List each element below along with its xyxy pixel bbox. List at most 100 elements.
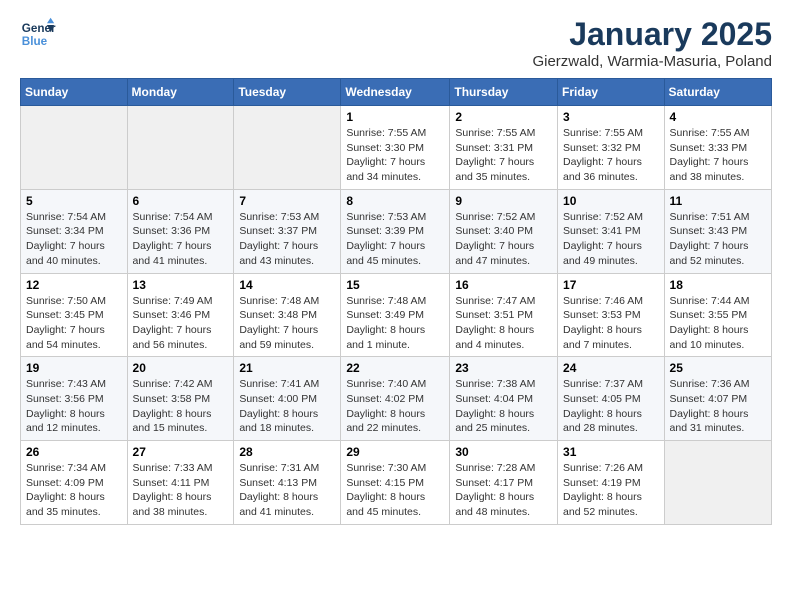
day-detail: Sunrise: 7:48 AM Sunset: 3:49 PM Dayligh… — [346, 294, 444, 353]
day-number: 14 — [239, 278, 335, 292]
day-number: 18 — [670, 278, 766, 292]
logo: General Blue — [20, 16, 56, 52]
calendar-cell: 25 Sunrise: 7:36 AM Sunset: 4:07 PM Dayli… — [664, 357, 771, 441]
day-detail: Sunrise: 7:55 AM Sunset: 3:30 PM Dayligh… — [346, 126, 444, 185]
day-detail: Sunrise: 7:42 AM Sunset: 3:58 PM Dayligh… — [133, 377, 229, 436]
day-detail: Sunrise: 7:41 AM Sunset: 4:00 PM Dayligh… — [239, 377, 335, 436]
day-detail: Sunrise: 7:44 AM Sunset: 3:55 PM Dayligh… — [670, 294, 766, 353]
day-number: 23 — [455, 361, 552, 375]
calendar-cell: 29 Sunrise: 7:30 AM Sunset: 4:15 PM Dayli… — [341, 441, 450, 525]
day-number: 26 — [26, 445, 122, 459]
location-title: Gierzwald, Warmia-Masuria, Poland — [532, 53, 772, 70]
day-number: 16 — [455, 278, 552, 292]
svg-text:Blue: Blue — [22, 35, 48, 48]
calendar-cell: 18 Sunrise: 7:44 AM Sunset: 3:55 PM Dayli… — [664, 273, 771, 357]
calendar-cell: 24Sunrise: 7:37 AM Sunset: 4:05 PM Dayli… — [558, 357, 665, 441]
day-number: 28 — [239, 445, 335, 459]
calendar-cell — [21, 106, 128, 190]
calendar-cell: 13 Sunrise: 7:49 AM Sunset: 3:46 PM Dayli… — [127, 273, 234, 357]
day-detail: Sunrise: 7:54 AM Sunset: 3:34 PM Dayligh… — [26, 210, 122, 269]
day-detail: Sunrise: 7:55 AM Sunset: 3:32 PM Dayligh… — [563, 126, 659, 185]
day-number: 15 — [346, 278, 444, 292]
day-number: 12 — [26, 278, 122, 292]
calendar-cell: 1Sunrise: 7:55 AM Sunset: 3:30 PM Daylig… — [341, 106, 450, 190]
weekday-header-monday: Monday — [127, 79, 234, 106]
calendar-cell: 12Sunrise: 7:50 AM Sunset: 3:45 PM Dayli… — [21, 273, 128, 357]
calendar-cell: 14 Sunrise: 7:48 AM Sunset: 3:48 PM Dayli… — [234, 273, 341, 357]
calendar-cell: 8Sunrise: 7:53 AM Sunset: 3:39 PM Daylig… — [341, 189, 450, 273]
weekday-header-row: SundayMondayTuesdayWednesdayThursdayFrid… — [21, 79, 772, 106]
weekday-header-friday: Friday — [558, 79, 665, 106]
month-title: January 2025 — [532, 16, 772, 53]
calendar-cell: 27 Sunrise: 7:33 AM Sunset: 4:11 PM Dayli… — [127, 441, 234, 525]
day-detail: Sunrise: 7:28 AM Sunset: 4:17 PM Dayligh… — [455, 461, 552, 520]
calendar-table: SundayMondayTuesdayWednesdayThursdayFrid… — [20, 78, 772, 525]
day-number: 11 — [670, 194, 766, 208]
calendar-cell: 21 Sunrise: 7:41 AM Sunset: 4:00 PM Dayli… — [234, 357, 341, 441]
calendar-cell: 22Sunrise: 7:40 AM Sunset: 4:02 PM Dayli… — [341, 357, 450, 441]
day-detail: Sunrise: 7:38 AM Sunset: 4:04 PM Dayligh… — [455, 377, 552, 436]
weekday-header-tuesday: Tuesday — [234, 79, 341, 106]
day-detail: Sunrise: 7:48 AM Sunset: 3:48 PM Dayligh… — [239, 294, 335, 353]
day-number: 10 — [563, 194, 659, 208]
weekday-header-sunday: Sunday — [21, 79, 128, 106]
day-number: 21 — [239, 361, 335, 375]
day-number: 17 — [563, 278, 659, 292]
day-detail: Sunrise: 7:52 AM Sunset: 3:41 PM Dayligh… — [563, 210, 659, 269]
calendar-cell: 10 Sunrise: 7:52 AM Sunset: 3:41 PM Dayli… — [558, 189, 665, 273]
day-detail: Sunrise: 7:36 AM Sunset: 4:07 PM Dayligh… — [670, 377, 766, 436]
calendar-cell: 16 Sunrise: 7:47 AM Sunset: 3:51 PM Dayli… — [450, 273, 558, 357]
day-detail: Sunrise: 7:30 AM Sunset: 4:15 PM Dayligh… — [346, 461, 444, 520]
day-detail: Sunrise: 7:46 AM Sunset: 3:53 PM Dayligh… — [563, 294, 659, 353]
day-number: 2 — [455, 110, 552, 124]
calendar-cell: 19 Sunrise: 7:43 AM Sunset: 3:56 PM Dayli… — [21, 357, 128, 441]
day-number: 4 — [670, 110, 766, 124]
calendar-cell: 7 Sunrise: 7:53 AM Sunset: 3:37 PM Daylig… — [234, 189, 341, 273]
calendar-cell: 9 Sunrise: 7:52 AM Sunset: 3:40 PM Daylig… — [450, 189, 558, 273]
calendar-week-3: 12Sunrise: 7:50 AM Sunset: 3:45 PM Dayli… — [21, 273, 772, 357]
logo-icon: General Blue — [20, 16, 56, 52]
weekday-header-wednesday: Wednesday — [341, 79, 450, 106]
day-number: 7 — [239, 194, 335, 208]
day-detail: Sunrise: 7:53 AM Sunset: 3:37 PM Dayligh… — [239, 210, 335, 269]
calendar-cell — [127, 106, 234, 190]
day-detail: Sunrise: 7:53 AM Sunset: 3:39 PM Dayligh… — [346, 210, 444, 269]
day-number: 22 — [346, 361, 444, 375]
day-number: 25 — [670, 361, 766, 375]
calendar-cell: 23 Sunrise: 7:38 AM Sunset: 4:04 PM Dayli… — [450, 357, 558, 441]
day-number: 3 — [563, 110, 659, 124]
day-detail: Sunrise: 7:43 AM Sunset: 3:56 PM Dayligh… — [26, 377, 122, 436]
calendar-cell — [234, 106, 341, 190]
calendar-cell: 30Sunrise: 7:28 AM Sunset: 4:17 PM Dayli… — [450, 441, 558, 525]
day-detail: Sunrise: 7:51 AM Sunset: 3:43 PM Dayligh… — [670, 210, 766, 269]
page-header: General Blue January 2025 Gierzwald, War… — [20, 16, 772, 70]
day-detail: Sunrise: 7:26 AM Sunset: 4:19 PM Dayligh… — [563, 461, 659, 520]
day-detail: Sunrise: 7:49 AM Sunset: 3:46 PM Dayligh… — [133, 294, 229, 353]
day-number: 13 — [133, 278, 229, 292]
calendar-cell: 4Sunrise: 7:55 AM Sunset: 3:33 PM Daylig… — [664, 106, 771, 190]
day-number: 29 — [346, 445, 444, 459]
day-detail: Sunrise: 7:33 AM Sunset: 4:11 PM Dayligh… — [133, 461, 229, 520]
day-number: 9 — [455, 194, 552, 208]
calendar-cell: 3 Sunrise: 7:55 AM Sunset: 3:32 PM Daylig… — [558, 106, 665, 190]
day-number: 27 — [133, 445, 229, 459]
calendar-cell: 2 Sunrise: 7:55 AM Sunset: 3:31 PM Daylig… — [450, 106, 558, 190]
weekday-header-thursday: Thursday — [450, 79, 558, 106]
day-detail: Sunrise: 7:47 AM Sunset: 3:51 PM Dayligh… — [455, 294, 552, 353]
calendar-week-2: 5 Sunrise: 7:54 AM Sunset: 3:34 PM Daylig… — [21, 189, 772, 273]
day-number: 5 — [26, 194, 122, 208]
day-detail: Sunrise: 7:55 AM Sunset: 3:31 PM Dayligh… — [455, 126, 552, 185]
calendar-cell: 15 Sunrise: 7:48 AM Sunset: 3:49 PM Dayli… — [341, 273, 450, 357]
weekday-header-saturday: Saturday — [664, 79, 771, 106]
day-detail: Sunrise: 7:54 AM Sunset: 3:36 PM Dayligh… — [133, 210, 229, 269]
title-area: January 2025 Gierzwald, Warmia-Masuria, … — [532, 16, 772, 70]
day-number: 6 — [133, 194, 229, 208]
calendar-cell: 11 Sunrise: 7:51 AM Sunset: 3:43 PM Dayli… — [664, 189, 771, 273]
calendar-cell: 26Sunrise: 7:34 AM Sunset: 4:09 PM Dayli… — [21, 441, 128, 525]
day-detail: Sunrise: 7:52 AM Sunset: 3:40 PM Dayligh… — [455, 210, 552, 269]
calendar-cell: 20Sunrise: 7:42 AM Sunset: 3:58 PM Dayli… — [127, 357, 234, 441]
day-number: 19 — [26, 361, 122, 375]
calendar-week-5: 26Sunrise: 7:34 AM Sunset: 4:09 PM Dayli… — [21, 441, 772, 525]
calendar-cell: 28Sunrise: 7:31 AM Sunset: 4:13 PM Dayli… — [234, 441, 341, 525]
calendar-week-4: 19 Sunrise: 7:43 AM Sunset: 3:56 PM Dayli… — [21, 357, 772, 441]
